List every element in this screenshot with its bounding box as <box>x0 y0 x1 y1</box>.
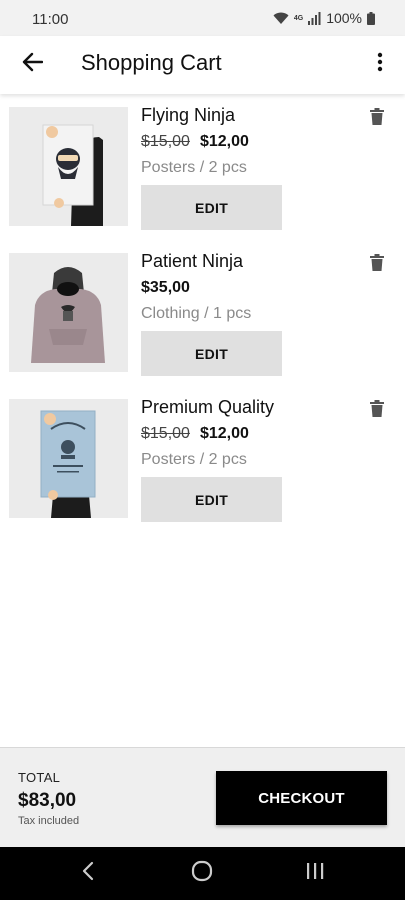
status-icons: 4G 100% <box>273 10 375 26</box>
price-row: $15,00 $12,00 <box>141 425 249 443</box>
cart-list: Flying Ninja $15,00 $12,00 Posters / 2 p… <box>0 94 405 532</box>
total-label: TOTAL <box>18 770 61 785</box>
total-value: $83,00 <box>18 790 77 811</box>
item-meta: Posters / 2 pcs <box>141 159 247 176</box>
tax-note: Tax included <box>18 815 80 827</box>
checkout-button[interactable]: CHECKOUT <box>216 771 387 825</box>
network-type: 4G <box>293 14 304 22</box>
battery-percent: 100% <box>326 10 362 26</box>
signal-icon <box>308 11 321 25</box>
arrow-left-icon <box>21 52 44 77</box>
page-title: Shopping Cart <box>81 50 222 75</box>
edit-button[interactable]: EDIT <box>141 477 282 522</box>
item-name[interactable]: Patient Ninja <box>141 251 243 272</box>
wifi-icon <box>273 12 289 25</box>
trash-icon <box>370 400 384 421</box>
nav-back-button[interactable] <box>73 860 103 886</box>
status-time: 11:00 <box>32 11 69 28</box>
price-current: $12,00 <box>199 133 249 150</box>
more-options-button[interactable] <box>369 50 391 78</box>
product-image-poster-ninja[interactable] <box>9 107 128 226</box>
nav-home-button[interactable] <box>187 860 217 886</box>
delete-button[interactable] <box>370 254 388 274</box>
chevron-left-icon <box>82 861 94 886</box>
delete-button[interactable] <box>370 108 388 128</box>
item-meta: Posters / 2 pcs <box>141 451 247 468</box>
price-row: $35,00 <box>141 279 190 297</box>
cart-item: Premium Quality $15,00 $12,00 Posters / … <box>0 386 405 532</box>
price-original: $15,00 <box>141 133 190 150</box>
price-row: $15,00 $12,00 <box>141 133 249 151</box>
item-name[interactable]: Flying Ninja <box>141 105 235 126</box>
item-name[interactable]: Premium Quality <box>141 397 274 418</box>
cart-summary: TOTAL $83,00 Tax included CHECKOUT <box>0 747 405 847</box>
price-original: $15,00 <box>141 425 190 442</box>
product-image-poster-woothemes[interactable] <box>9 399 128 518</box>
more-vertical-icon <box>377 52 383 77</box>
product-image-hoodie[interactable] <box>9 253 128 372</box>
delete-button[interactable] <box>370 400 388 420</box>
back-button[interactable] <box>18 50 46 78</box>
battery-icon <box>367 11 375 25</box>
trash-icon <box>370 108 384 129</box>
price-current: $35,00 <box>141 279 190 296</box>
edit-button[interactable]: EDIT <box>141 331 282 376</box>
home-circle-icon <box>191 860 213 887</box>
trash-icon <box>370 254 384 275</box>
recents-icon <box>305 862 325 885</box>
cart-item: Patient Ninja $35,00 Clothing / 1 pcs ED… <box>0 240 405 386</box>
app-bar: Shopping Cart <box>0 36 405 94</box>
nav-recents-button[interactable] <box>300 860 330 886</box>
price-current: $12,00 <box>199 425 249 442</box>
item-meta: Clothing / 1 pcs <box>141 305 252 322</box>
edit-button[interactable]: EDIT <box>141 185 282 230</box>
cart-item: Flying Ninja $15,00 $12,00 Posters / 2 p… <box>0 94 405 240</box>
system-nav-bar <box>0 847 405 900</box>
status-bar: 11:00 4G 100% <box>0 0 405 36</box>
